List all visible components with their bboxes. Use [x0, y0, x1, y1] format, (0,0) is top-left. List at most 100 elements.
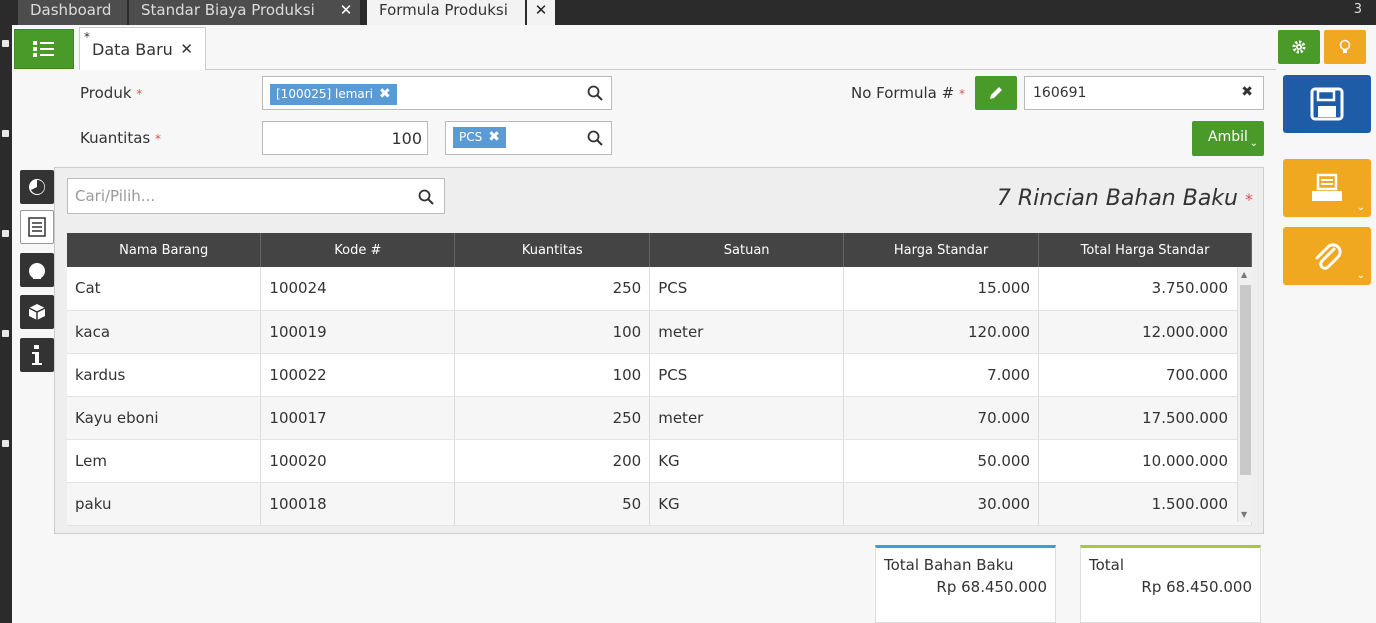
cell-satuan: KG: [649, 439, 845, 483]
column-header[interactable]: Kuantitas: [454, 233, 651, 267]
cell-kuantitas: 200: [454, 439, 651, 483]
list-menu-button[interactable]: [14, 29, 74, 69]
tips-button[interactable]: [1324, 30, 1366, 64]
tab-dashboard[interactable]: Dashboard: [18, 0, 127, 25]
cell-nama: Cat: [67, 267, 262, 311]
cell-nama: kaca: [67, 310, 262, 354]
produk-label: Produk *: [80, 84, 143, 102]
cell-kuantitas: 250: [454, 396, 651, 440]
side-tab-package[interactable]: [20, 295, 54, 329]
print-button[interactable]: ⌄: [1283, 159, 1371, 217]
cell-harga: 50.000: [843, 439, 1040, 483]
kuantitas-input[interactable]: 100: [262, 121, 428, 155]
column-header[interactable]: Nama Barang: [67, 233, 262, 267]
cell-kuantitas: 100: [454, 353, 651, 397]
table-row[interactable]: kardus 100022 100 PCS 7.000 700.000: [67, 353, 1252, 397]
column-header[interactable]: Satuan: [649, 233, 845, 267]
scroll-up-icon[interactable]: ▲: [1241, 270, 1247, 279]
close-tab-icon[interactable]: ✕: [527, 0, 555, 25]
tab-formula-produksi[interactable]: Formula Produksi: [367, 0, 525, 25]
satuan-field[interactable]: PCS ✖: [445, 121, 612, 155]
table-scrollbar[interactable]: ▲ ▼: [1237, 267, 1252, 522]
no-formula-label: No Formula # *: [851, 84, 965, 102]
close-tab-icon[interactable]: ✕: [332, 0, 360, 25]
table-row[interactable]: paku 100018 50 KG 30.000 1.500.000: [67, 482, 1252, 526]
close-icon[interactable]: ✕: [180, 40, 193, 58]
pie-chart-icon: [29, 179, 45, 195]
settings-button[interactable]: [1278, 30, 1320, 64]
cell-kode: 100018: [260, 482, 456, 526]
strip-marker: [2, 330, 9, 337]
total-card: Total Rp 68.450.000: [1080, 545, 1261, 623]
save-button[interactable]: [1283, 75, 1371, 133]
kuantitas-label: Kuantitas *: [80, 129, 162, 147]
cell-total: 12.000.000: [1038, 310, 1252, 354]
side-tab-dashboard[interactable]: [20, 170, 54, 204]
cell-nama: kardus: [67, 353, 262, 397]
total-bahan-baku-label: Total Bahan Baku: [884, 556, 1014, 574]
strip-marker: [2, 130, 9, 137]
scroll-down-icon[interactable]: ▼: [1241, 510, 1247, 519]
column-header[interactable]: Kode #: [260, 233, 456, 267]
remove-chip-icon: ✖: [379, 86, 391, 102]
main-panel: * Data Baru ✕ Produk * [100025] lemari ✖ …: [12, 25, 1376, 623]
cell-harga: 120.000: [843, 310, 1040, 354]
edit-formula-button[interactable]: [975, 76, 1017, 110]
gear-icon: [1292, 40, 1306, 54]
cell-total: 10.000.000: [1038, 439, 1252, 483]
side-tab-detail[interactable]: [20, 210, 54, 244]
cell-kode: 100020: [260, 439, 456, 483]
side-tab-cost[interactable]: [20, 253, 54, 287]
cell-harga: 7.000: [843, 353, 1040, 397]
satuan-chip[interactable]: PCS ✖: [453, 127, 506, 148]
table-row[interactable]: kaca 100019 100 meter 120.000 12.000.000: [67, 310, 1252, 354]
cell-satuan: KG: [649, 482, 845, 526]
box-icon: [28, 304, 46, 320]
remove-chip-icon: ✖: [488, 129, 500, 145]
cell-kode: 100019: [260, 310, 456, 354]
strip-marker: [2, 440, 9, 447]
lightbulb-icon: [1339, 39, 1351, 53]
total-bahan-baku-card: Total Bahan Baku Rp 68.450.000: [875, 545, 1056, 623]
ambil-button[interactable]: Ambil ⌄: [1192, 121, 1264, 156]
cell-kuantitas: 100: [454, 310, 651, 354]
cell-total: 1.500.000: [1038, 482, 1252, 526]
cell-satuan: meter: [649, 310, 845, 354]
no-formula-input[interactable]: 160691 ✖: [1024, 76, 1264, 110]
clear-icon[interactable]: ✖: [1241, 84, 1253, 100]
tab-standar-biaya-produksi[interactable]: Standar Biaya Produksi: [129, 0, 334, 25]
table-row[interactable]: Cat 100024 250 PCS 15.000 3.750.000: [67, 267, 1252, 311]
top-tab-bar: Dashboard Standar Biaya Produksi ✕ Formu…: [12, 0, 1376, 25]
column-header[interactable]: Total Harga Standar: [1038, 233, 1252, 267]
tab-count: 3: [1353, 2, 1362, 17]
attachment-button[interactable]: ⌄: [1283, 227, 1371, 285]
cell-total: 700.000: [1038, 353, 1252, 397]
cell-kuantitas: 250: [454, 267, 651, 311]
chevron-down-icon: ⌄: [1249, 138, 1258, 149]
cell-satuan: meter: [649, 396, 845, 440]
cell-nama: Kayu eboni: [67, 396, 262, 440]
produk-chip[interactable]: [100025] lemari ✖: [270, 84, 397, 105]
cell-kode: 100024: [260, 267, 456, 311]
table-row[interactable]: Lem 100020 200 KG 50.000 10.000.000: [67, 439, 1252, 483]
scroll-thumb[interactable]: [1240, 285, 1251, 475]
cell-nama: Lem: [67, 439, 262, 483]
total-label: Total: [1089, 556, 1125, 574]
paperclip-icon: [1315, 243, 1342, 270]
cell-kuantitas: 50: [454, 482, 651, 526]
tab-data-baru[interactable]: * Data Baru ✕: [79, 27, 206, 70]
pencil-icon: [990, 87, 1002, 99]
search-input[interactable]: Cari/Pilih...: [67, 178, 445, 214]
info-icon: [32, 345, 42, 365]
search-icon: [418, 189, 434, 205]
total-value: Rp 68.450.000: [1141, 578, 1252, 596]
cell-total: 17.500.000: [1038, 396, 1252, 440]
cell-harga: 15.000: [843, 267, 1040, 311]
table-row[interactable]: Kayu eboni 100017 250 meter 70.000 17.50…: [67, 396, 1252, 440]
produk-field[interactable]: [100025] lemari ✖: [262, 76, 612, 110]
left-strip: [0, 0, 12, 623]
detail-panel: Cari/Pilih... 7 Rincian Bahan Baku * Nam…: [54, 167, 1264, 534]
tab-underline: [206, 69, 1276, 70]
side-tab-info[interactable]: [20, 338, 54, 372]
column-header[interactable]: Harga Standar: [843, 233, 1040, 267]
